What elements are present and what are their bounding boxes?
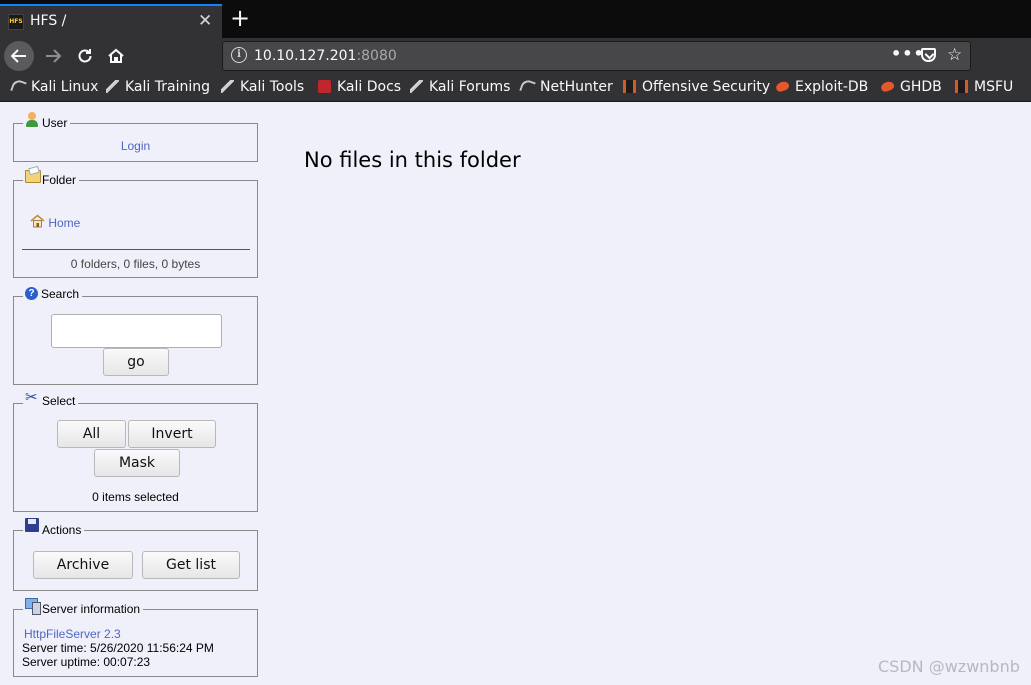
pocket-icon[interactable]: [921, 48, 936, 62]
site-info-icon[interactable]: i: [231, 47, 247, 63]
address-bar[interactable]: i 10.10.127.201:8080 ••• ☆: [222, 41, 971, 71]
user-panel: User Login: [13, 112, 258, 162]
empty-folder-message: No files in this folder: [304, 148, 521, 172]
invert-selection-button[interactable]: Invert: [128, 420, 216, 448]
select-panel-title: ✂ Select: [23, 389, 79, 410]
page-actions-menu-icon[interactable]: •••: [891, 44, 925, 63]
bookmark-kali-forums[interactable]: Kali Forums: [410, 79, 510, 95]
url-port: :8080: [356, 48, 397, 64]
bookmark-kali-linux[interactable]: Kali Linux: [10, 78, 98, 95]
hfs-version-link[interactable]: HttpFileServer 2.3: [24, 627, 121, 641]
exploitdb-icon: [774, 80, 791, 93]
watermark-text: CSDN @wzwnbnb: [878, 657, 1020, 676]
offsec-icon: [955, 80, 968, 93]
server-time: Server time: 5/26/2020 11:56:24 PM: [22, 641, 214, 655]
kali-dragon-icon: [10, 78, 27, 95]
url-text[interactable]: 10.10.127.201:8080: [254, 48, 397, 64]
tab-strip: HFS HFS / ✕ +: [0, 0, 1031, 38]
offsec-icon: [623, 80, 636, 93]
bookmark-ghdb[interactable]: GHDB: [879, 79, 942, 95]
home-link[interactable]: Home: [48, 216, 80, 230]
back-button[interactable]: [4, 41, 34, 71]
server-icon: [25, 598, 41, 615]
mask-button[interactable]: Mask: [94, 449, 180, 477]
kali-dragon-icon: [410, 80, 423, 93]
select-all-button[interactable]: All: [57, 420, 126, 448]
tab-title: HFS /: [30, 13, 67, 29]
scissors-icon: ✂: [25, 389, 38, 406]
bookmark-kali-training[interactable]: Kali Training: [106, 79, 210, 95]
kali-dragon-icon: [221, 80, 234, 93]
active-tab[interactable]: HFS HFS / ✕: [0, 4, 222, 38]
home-breadcrumb[interactable]: Home: [30, 214, 80, 230]
reload-icon: [78, 49, 92, 63]
folder-panel-title: Folder: [23, 170, 80, 187]
get-list-button[interactable]: Get list: [142, 551, 240, 579]
arrow-right-icon: [46, 49, 62, 63]
folder-divider: [22, 249, 250, 250]
bookmarks-toolbar: Kali Linux Kali Training Kali Tools Kali…: [0, 74, 1031, 102]
folder-panel: Folder Home 0 folders, 0 files, 0 bytes: [13, 170, 258, 278]
folder-icon: [25, 170, 41, 185]
search-panel: ? Search go: [13, 287, 258, 385]
folder-summary: 0 folders, 0 files, 0 bytes: [70, 257, 201, 271]
user-icon: [25, 112, 39, 128]
bookmark-nethunter[interactable]: NetHunter: [519, 78, 613, 95]
forward-button[interactable]: [38, 41, 68, 71]
navigation-toolbar: i 10.10.127.201:8080 ••• ☆: [0, 38, 1031, 74]
help-icon: ?: [25, 287, 38, 300]
kali-dragon-icon: [106, 80, 119, 93]
login-link[interactable]: Login: [121, 139, 150, 153]
bookmark-msfu[interactable]: MSFU: [955, 79, 1013, 95]
bookmark-kali-docs[interactable]: Kali Docs: [318, 79, 401, 95]
home-button[interactable]: [101, 41, 131, 71]
reload-button[interactable]: [70, 41, 100, 71]
select-panel: ✂ Select All Invert Mask 0 items selected: [13, 390, 258, 512]
actions-panel-title: Actions: [23, 518, 85, 537]
server-info-panel: Server information HttpFileServer 2.3 Se…: [13, 598, 258, 677]
hfs-favicon-icon: HFS: [8, 14, 24, 30]
search-go-button[interactable]: go: [103, 348, 169, 376]
home-icon: [30, 214, 45, 228]
archive-button[interactable]: Archive: [33, 551, 133, 579]
kali-docs-icon: [318, 80, 331, 93]
server-uptime: Server uptime: 00:07:23: [22, 655, 151, 669]
close-tab-icon[interactable]: ✕: [198, 11, 212, 31]
arrow-left-icon: [10, 49, 26, 63]
url-host: 10.10.127.201: [254, 48, 357, 64]
floppy-disk-icon: [25, 518, 39, 532]
search-input[interactable]: [51, 314, 222, 348]
search-panel-title: ? Search: [23, 287, 83, 303]
bookmark-star-icon[interactable]: ☆: [947, 45, 962, 65]
user-panel-title: User: [23, 112, 71, 130]
exploitdb-icon: [879, 80, 896, 93]
nethunter-icon: [519, 78, 536, 95]
home-icon: [108, 48, 124, 63]
bookmark-exploit-db[interactable]: Exploit-DB: [774, 79, 868, 95]
bookmark-offensive-security[interactable]: Offensive Security: [623, 79, 770, 95]
actions-panel: Actions Archive Get list: [13, 518, 258, 591]
page-content: User Login Folder Home 0 folders, 0 file…: [0, 103, 1031, 685]
server-info-panel-title: Server information: [23, 598, 144, 616]
bookmark-kali-tools[interactable]: Kali Tools: [221, 79, 304, 95]
new-tab-button[interactable]: +: [230, 4, 250, 32]
selection-status: 0 items selected: [92, 490, 179, 504]
